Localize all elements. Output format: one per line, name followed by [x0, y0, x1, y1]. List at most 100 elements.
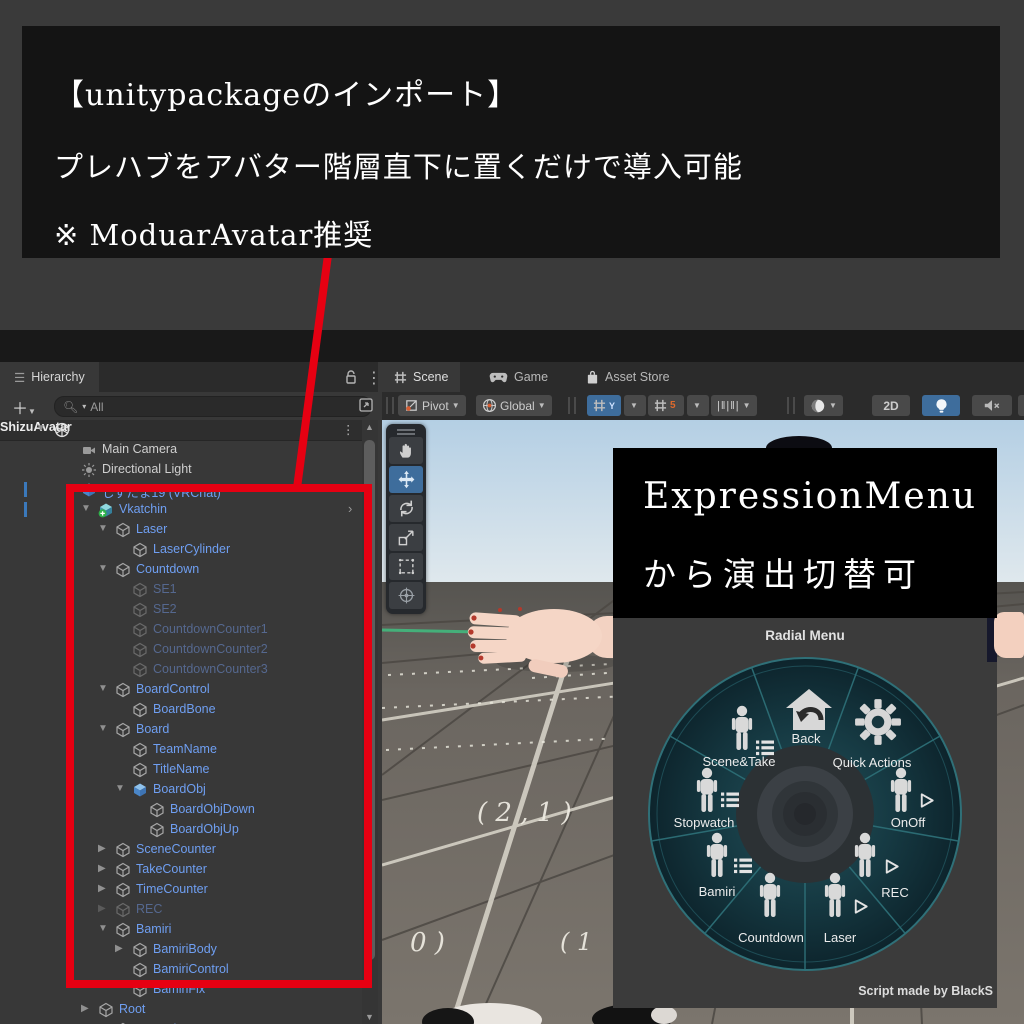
global-label: Global [500, 399, 535, 413]
shopping-bag-icon [586, 370, 599, 385]
tree-item-main-camera[interactable]: Main Camera [0, 440, 360, 460]
override-bar [24, 502, 27, 517]
radial-item-label: Stopwatch [674, 815, 735, 830]
gear-icon [853, 697, 903, 747]
scene-tools-palette [386, 424, 426, 614]
kebab-menu-icon[interactable]: ⋮ [342, 422, 355, 437]
banner-line3: ※ ModuarAvatar推奨 [54, 212, 373, 254]
chalk-label: 0 ) [410, 928, 445, 958]
play-icon [882, 857, 901, 876]
grid-snap-button[interactable]: Y [587, 395, 621, 416]
kebab-menu-icon[interactable]: ⋮ [366, 368, 382, 388]
tree-item-secondary[interactable]: secondary [0, 1020, 360, 1024]
scale-icon [397, 528, 416, 547]
radial-item-label: Laser [824, 930, 857, 945]
rotate-tool-button[interactable] [389, 495, 423, 522]
grid-icon [394, 371, 407, 384]
tab-label: Game [514, 370, 548, 384]
play-icon [917, 791, 936, 810]
person-icon [852, 832, 878, 882]
unity-scene-icon [54, 422, 70, 438]
screenshot-root: S ▼ ☰ Hierarchy ⋮ ＋▼ 🔍︎▾ All ▼ [0, 0, 1024, 1024]
tab-hierarchy[interactable]: ☰ Hierarchy [0, 362, 99, 392]
list-icon: ☰ [14, 370, 25, 385]
hierarchy-header: ☰ Hierarchy ⋮ [0, 362, 378, 392]
transform-tool-button[interactable] [389, 582, 423, 609]
move-icon [397, 470, 416, 489]
tree-item-directional-light[interactable]: Directional Light [0, 460, 360, 480]
audio-mute-button[interactable] [972, 395, 1012, 416]
pivot-button[interactable]: Pivot▼ [398, 395, 466, 416]
move-tool-button[interactable] [389, 466, 423, 493]
tree-item-label: Main Camera [102, 442, 177, 456]
person-icon [694, 767, 720, 817]
transform-icon [397, 586, 416, 605]
gamepad-icon [489, 371, 508, 384]
scale-tool-button[interactable] [389, 524, 423, 551]
expression-callout: ExpressionMenu から演出切替可 [613, 448, 997, 618]
tree-item-root[interactable]: ▶ Root [0, 1000, 360, 1020]
lightbulb-icon [933, 397, 950, 415]
scene-tabbar: Scene Game Asset Store [382, 362, 1024, 393]
radial-item-label: REC [881, 885, 908, 900]
tree-item-label: Root [119, 1002, 145, 1016]
2d-toggle-button[interactable]: 2D [872, 395, 910, 416]
foldout-arrow[interactable]: ▼ [36, 423, 46, 434]
chalk-label: ( 2 , 1 ) [477, 798, 572, 828]
person-icon [704, 832, 730, 882]
banner-line2: プレハブをアバター階層直下に置くだけで導入可能 [54, 144, 743, 186]
effects-button[interactable] [1018, 395, 1024, 416]
avatar-hand-right [994, 612, 1024, 658]
pick-window-icon[interactable] [358, 397, 374, 413]
grid-icon [593, 399, 606, 412]
increment-snap-dropdown[interactable]: ▼ [687, 395, 709, 416]
search-input[interactable]: 🔍︎▾ All [54, 396, 372, 417]
rect-tool-button[interactable] [389, 553, 423, 580]
radial-item-label: Bamiri [699, 884, 736, 899]
foldout-arrow[interactable]: ▶ [81, 1003, 89, 1014]
lock-icon[interactable] [344, 369, 358, 385]
grid-icon [654, 399, 667, 412]
scene-root-row[interactable]: ▼ ShizuAvatar ⋮ [0, 420, 362, 441]
cube-icon [98, 1002, 114, 1018]
callout-line2: から演出切替可 [643, 548, 923, 596]
callout-line1: ExpressionMenu [643, 476, 977, 517]
shading-mode-button[interactable]: ▼ [804, 395, 843, 416]
tab-asset-store[interactable]: Asset Store [574, 362, 682, 392]
lighting-toggle-button[interactable] [922, 395, 960, 416]
grid-snap-dropdown[interactable]: ▼ [624, 395, 646, 416]
pivot-icon [404, 398, 419, 413]
hand-icon [397, 441, 416, 460]
hand-tool-button[interactable] [389, 437, 423, 464]
tab-game[interactable]: Game [477, 362, 560, 392]
camera-icon [81, 442, 97, 458]
home-back-icon [783, 687, 835, 733]
person-icon [757, 872, 783, 922]
ruler-icon: |‖|‖| [717, 400, 740, 412]
separator [386, 397, 394, 414]
annotation-banner: 【unitypackageのインポート】 プレハブをアバター階層直下に置くだけで… [22, 26, 1000, 258]
tab-scene[interactable]: Scene [382, 362, 460, 392]
rect-tool-icon [397, 557, 416, 576]
person-icon [888, 767, 914, 817]
banner-line1: 【unitypackageのインポート】 [54, 70, 518, 114]
rotate-icon [397, 499, 416, 518]
increment-snap-button[interactable]: 5 [648, 395, 684, 416]
radial-wheel[interactable] [613, 618, 997, 1008]
add-object-button[interactable]: ＋▼ [12, 395, 36, 419]
list-icon [734, 858, 752, 874]
drag-handle[interactable] [397, 429, 415, 431]
measure-button[interactable]: |‖|‖|▼ [711, 395, 757, 416]
scene-toolbar: Pivot▼ Global▼ Y ▼ 5 ▼ |‖|‖|▼ ▼ 2D [382, 392, 1024, 420]
scroll-up-icon[interactable]: ▲ [365, 422, 374, 432]
scroll-down-icon[interactable]: ▼ [365, 1012, 374, 1022]
list-icon [721, 792, 739, 808]
shaded-sphere-icon [810, 398, 826, 414]
pivot-label: Pivot [422, 399, 449, 413]
override-bar [24, 482, 27, 497]
separator [568, 397, 576, 414]
radial-menu-panel: Radial Menu BackQuick ActionsOnOffRECLas… [613, 618, 997, 1008]
person-icon [822, 872, 848, 922]
global-button[interactable]: Global▼ [476, 395, 552, 416]
search-placeholder: All [90, 400, 103, 414]
